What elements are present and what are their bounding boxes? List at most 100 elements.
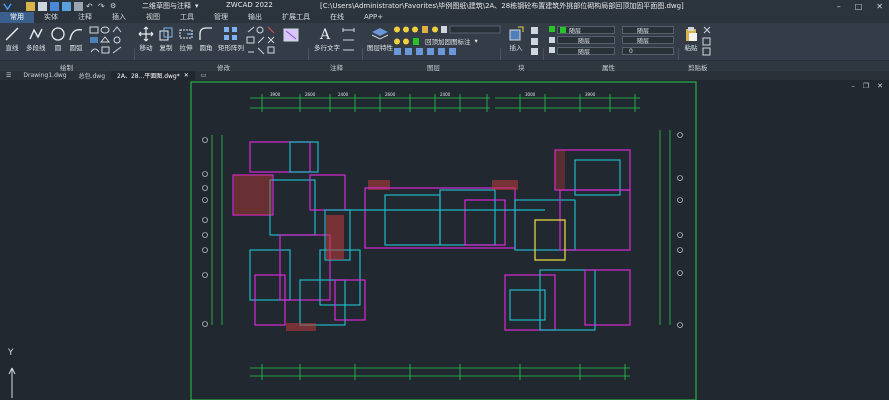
tab-view[interactable]: 视图	[136, 12, 170, 23]
fillet-button[interactable]: 圆角	[198, 26, 214, 52]
dimension-icons[interactable]	[342, 26, 360, 56]
block-tools-icons	[531, 27, 538, 55]
tab-home[interactable]: 常用	[0, 12, 34, 23]
svg-text:2400: 2400	[338, 92, 349, 97]
stretch-label: 拉伸	[179, 44, 193, 52]
move-button[interactable]: 移动	[138, 26, 154, 52]
panel-label-bar: 绘制 修改 注释 图层 块 属性 剪贴板	[0, 60, 889, 72]
tab-extensions[interactable]: 扩展工具	[272, 12, 320, 23]
window-controls: – □ ✕	[837, 0, 883, 12]
minimize-icon[interactable]: –	[837, 2, 841, 11]
layer-properties-button[interactable]: 图层特性	[367, 26, 393, 52]
line-button[interactable]: 直线	[4, 26, 20, 52]
new-icon[interactable]	[38, 1, 47, 11]
transparency-value: 随层	[637, 27, 650, 35]
linetype-value: 随层	[578, 37, 591, 45]
layer-properties-label: 图层特性	[367, 44, 393, 52]
match-properties-icons[interactable]	[548, 25, 556, 55]
app-logo[interactable]	[3, 1, 15, 11]
line-icon	[5, 27, 19, 41]
new-tab-icon[interactable]: ▭	[195, 71, 213, 80]
linetype-select[interactable]: 随层	[557, 36, 615, 45]
save-icon[interactable]	[50, 1, 59, 11]
svg-text:A: A	[319, 27, 331, 42]
paste-button[interactable]: 粘贴	[683, 26, 699, 52]
lineweight-value-2: 随层	[637, 37, 650, 45]
lineweight-select-2[interactable]: 随层	[622, 36, 674, 45]
doc-tab-drawing1[interactable]: Drawing1.dwg	[17, 71, 72, 80]
menu-icon[interactable]: ☰	[0, 71, 17, 80]
circle-button[interactable]: 圆	[50, 26, 66, 52]
tab-insert[interactable]: 插入	[102, 12, 136, 23]
svg-text:3900: 3900	[585, 92, 596, 97]
svg-text:3000: 3000	[525, 92, 536, 97]
color-select[interactable]: 随层	[557, 26, 615, 35]
modify-tools-icons[interactable]	[246, 26, 306, 56]
transparency-select[interactable]: 随层	[622, 26, 674, 35]
layer-tools-row[interactable]	[393, 47, 483, 56]
stretch-button[interactable]: 拉伸	[178, 26, 194, 52]
copy-label: 复制	[159, 44, 173, 52]
polyline-button[interactable]: 多段线	[26, 26, 46, 52]
settings-icon[interactable]: ⚙	[110, 2, 119, 11]
thickness-value: 0	[629, 47, 633, 55]
ribbon: 直线 多段线 圆 圆弧 移动 复制 拉伸 圆角 矩形阵列 A 多行文字 图层特性…	[0, 23, 889, 92]
save-as-icon[interactable]	[62, 1, 71, 11]
clipboard-small-tools[interactable]	[702, 26, 712, 56]
insert-block-button[interactable]: 插入	[508, 26, 524, 52]
thickness-field[interactable]: 0	[622, 47, 674, 55]
match-properties-icon	[549, 26, 555, 53]
close-icon[interactable]: ✕	[876, 2, 883, 11]
line-label: 直线	[5, 44, 19, 52]
chevron-down-icon: ▾	[474, 37, 478, 45]
svg-text:2400: 2400	[440, 92, 451, 97]
fillet-icon	[199, 27, 212, 40]
lineweight-select[interactable]: 随层	[557, 47, 615, 56]
doc-tab-label: 2A、28...平面图.dwg*	[117, 73, 180, 80]
move-label: 移动	[139, 44, 153, 52]
doc-tab-label: 总包.dwg	[78, 73, 106, 80]
tab-manage[interactable]: 管理	[204, 12, 238, 23]
paste-label: 粘贴	[684, 44, 698, 52]
svg-text:2600: 2600	[385, 92, 396, 97]
layer-tools-icons	[394, 48, 456, 55]
polyline-label: 多段线	[26, 44, 46, 52]
layer-toolbar-row[interactable]	[393, 25, 503, 34]
arc-button[interactable]: 圆弧	[68, 26, 84, 52]
tab-online[interactable]: 在线	[320, 12, 354, 23]
array-button[interactable]: 矩形阵列	[218, 26, 244, 52]
document-tabs: ☰ Drawing1.dwg 总包.dwg 2A、28...平面图.dwg* ✕ …	[0, 71, 889, 80]
draw-tools-icons[interactable]	[89, 26, 131, 56]
layer-state-icons-2	[394, 37, 419, 45]
print-icon[interactable]	[74, 1, 83, 11]
current-layer-box[interactable]: 回顶加固图标注 ▾	[393, 36, 478, 46]
close-icon[interactable]: ✕	[184, 72, 189, 79]
block-small-tools[interactable]	[530, 26, 540, 56]
color-value: 随层	[569, 27, 582, 35]
lineweight-value: 随层	[578, 48, 591, 56]
mtext-button[interactable]: A 多行文字	[314, 26, 340, 52]
text-icon: A	[319, 27, 331, 42]
undo-icon[interactable]: ↶	[86, 2, 95, 11]
color-swatch	[560, 27, 566, 33]
open-icon[interactable]	[26, 1, 35, 11]
tab-solid[interactable]: 实体	[34, 12, 68, 23]
current-layer-label: 回顶加固图标注	[425, 38, 471, 46]
stretch-icon	[179, 29, 193, 39]
tab-output[interactable]: 输出	[238, 12, 272, 23]
circle-label: 圆	[54, 44, 62, 52]
fillet-label: 圆角	[199, 44, 213, 52]
drawing-canvas[interactable]: – ❐ ✕ 3900260024002600240030003900	[0, 80, 889, 400]
doc-tab-current[interactable]: 2A、28...平面图.dwg* ✕	[111, 71, 195, 80]
workspace-selector[interactable]: 二维草图与注释 ▾	[142, 1, 199, 11]
maximize-icon[interactable]: □	[855, 2, 863, 11]
document-title: [C:\Users\Administrator\Favorites\毕例图纸\建…	[320, 2, 684, 10]
doc-tab-general[interactable]: 总包.dwg	[73, 71, 111, 80]
mtext-label: 多行文字	[314, 44, 340, 52]
redo-icon[interactable]: ↷	[98, 2, 107, 11]
tab-annotate[interactable]: 注释	[68, 12, 102, 23]
tab-app-plus[interactable]: APP+	[354, 12, 393, 23]
tab-tools[interactable]: 工具	[170, 12, 204, 23]
ucs-y-label: Y	[8, 348, 14, 358]
copy-button[interactable]: 复制	[158, 26, 174, 52]
